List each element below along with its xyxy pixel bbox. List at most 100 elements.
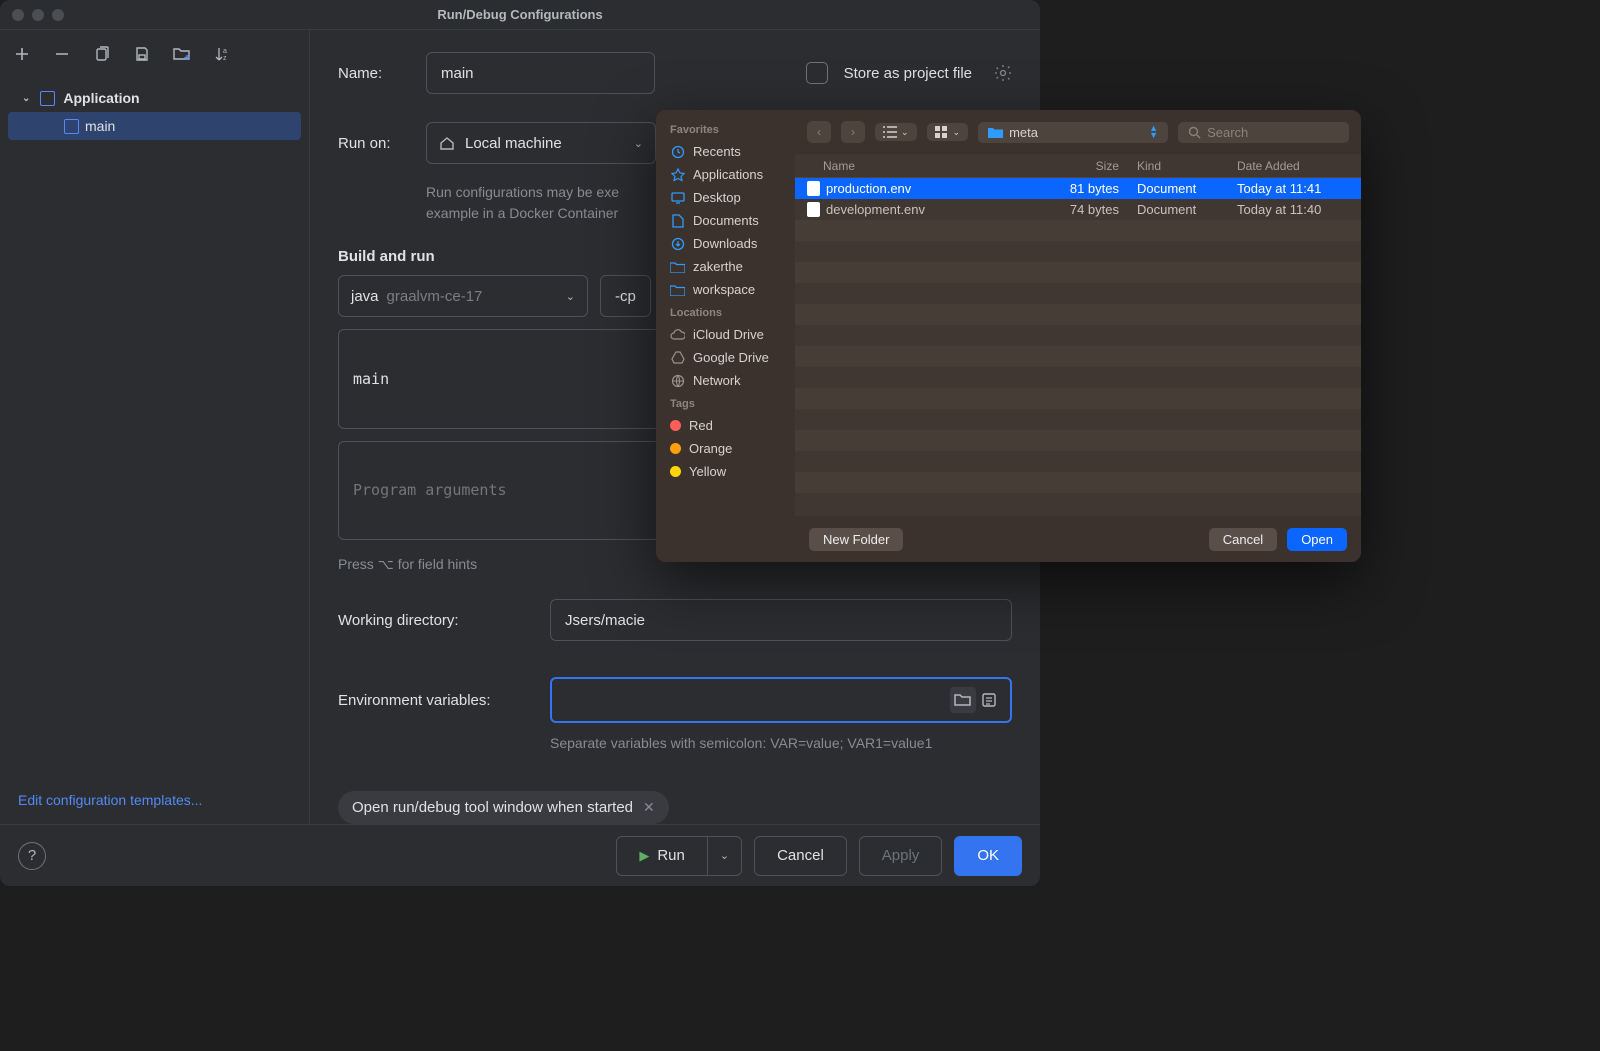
add-config-icon[interactable] [12,44,32,64]
sidebar-item-recents[interactable]: Recents [656,140,795,163]
classpath-select[interactable]: -cp [600,275,651,317]
run-button[interactable]: ▶Run [616,836,707,876]
nav-back-button[interactable]: ‹ [807,121,831,143]
run-dropdown-button[interactable]: ⌄ [707,836,742,876]
sidebar-item-zakerthe[interactable]: zakerthe [656,255,795,278]
chevron-down-icon: ⌄ [566,290,575,303]
sidebar-tag-yellow[interactable]: Yellow [656,460,795,483]
sidebar-item-icon [670,145,685,159]
sidebar-tag-orange[interactable]: Orange [656,437,795,460]
sidebar-item-icon [670,351,685,364]
sidebar-item-downloads[interactable]: Downloads [656,232,795,255]
env-vars-label: Environment variables: [338,692,534,709]
apply-button[interactable]: Apply [859,836,943,876]
new-folder-button[interactable]: New Folder [809,528,903,551]
col-size[interactable]: Size [1051,159,1131,173]
sidebar-item-label: Documents [693,213,759,228]
empty-row [795,451,1361,472]
sidebar-item-google-drive[interactable]: Google Drive [656,346,795,369]
file-row[interactable]: production.env 81 bytes Document Today a… [795,178,1361,199]
empty-row [795,388,1361,409]
sort-config-icon[interactable]: az [212,44,232,64]
copy-config-icon[interactable] [92,44,112,64]
env-vars-input[interactable] [564,692,950,709]
sidebar-tag-red[interactable]: Red [656,414,795,437]
table-header[interactable]: Name Size Kind Date Added [795,154,1361,178]
open-tool-window-chip[interactable]: Open run/debug tool window when started … [338,791,669,824]
view-grid-button[interactable]: ⌄ [927,123,969,141]
path-selector[interactable]: meta ▲▼ [978,122,1168,143]
sidebar-item-label: Google Drive [693,350,769,365]
finder-cancel-button[interactable]: Cancel [1209,528,1277,551]
col-date[interactable]: Date Added [1231,159,1361,173]
name-input[interactable] [426,52,655,94]
folder-icon [988,126,1003,138]
empty-row [795,262,1361,283]
tree-node-application[interactable]: ⌄ Application [8,84,301,112]
sidebar-item-documents[interactable]: Documents [656,209,795,232]
col-name[interactable]: Name [795,159,1051,173]
remove-chip-icon[interactable]: ✕ [643,799,655,816]
sidebar-item-label: Red [689,418,713,433]
configurations-tree-pane: az ⌄ Application main Edit configuration… [0,30,310,824]
file-date: Today at 11:40 [1231,202,1361,217]
empty-row [795,346,1361,367]
empty-row [795,241,1361,262]
chevron-down-icon: ⌄ [22,93,30,104]
browse-env-file-icon[interactable] [950,687,976,713]
config-tree: ⌄ Application main [0,78,309,778]
cp-value: -cp [615,288,636,305]
view-list-button[interactable]: ⌄ [875,123,917,141]
edit-env-list-icon[interactable] [976,687,1002,713]
ok-button[interactable]: OK [954,836,1022,876]
nav-forward-button[interactable]: › [841,121,865,143]
empty-row [795,472,1361,493]
chip-label: Open run/debug tool window when started [352,799,633,816]
file-row[interactable]: development.env 74 bytes Document Today … [795,199,1361,220]
working-dir-input[interactable] [550,599,1012,641]
jdk-select[interactable]: java graalvm-ce-17 ⌄ [338,275,588,317]
help-button[interactable]: ? [18,842,46,870]
sidebar-item-applications[interactable]: Applications [656,163,795,186]
empty-row [795,430,1361,451]
sidebar-item-label: Recents [693,144,741,159]
tree-node-main[interactable]: main [8,112,301,140]
finder-open-button[interactable]: Open [1287,528,1347,551]
locations-header: Locations [656,301,795,323]
document-icon [807,181,820,196]
sidebar-item-network[interactable]: Network [656,369,795,392]
tree-node-label: Application [63,90,139,106]
empty-row [795,220,1361,241]
sidebar-item-desktop[interactable]: Desktop [656,186,795,209]
sidebar-item-icloud-drive[interactable]: iCloud Drive [656,323,795,346]
chevron-down-icon: ⌄ [634,137,643,150]
store-as-project-checkbox[interactable] [806,62,828,84]
file-size: 81 bytes [1051,181,1131,196]
folder-config-icon[interactable] [172,44,192,64]
finder-search[interactable]: Search [1178,122,1349,143]
edit-templates-link[interactable]: Edit configuration templates... [18,792,202,808]
sidebar-item-workspace[interactable]: workspace [656,278,795,301]
file-name: production.env [826,181,911,196]
file-chooser-dialog: Favorites Recents ApplicationsDesktop Docu… [656,110,1361,562]
java-label: java [351,288,379,305]
tree-toolbar: az [0,30,309,78]
search-icon [1188,126,1201,139]
file-kind: Document [1131,202,1231,217]
remove-config-icon[interactable] [52,44,72,64]
path-value: meta [1009,125,1038,140]
sidebar-item-icon [670,261,685,273]
gear-icon[interactable] [994,64,1012,82]
run-split-button: ▶Run ⌄ [616,836,742,876]
run-on-select[interactable]: Local machine ⌄ [426,122,656,164]
play-icon: ▶ [639,848,649,864]
empty-row [795,283,1361,304]
favorites-header: Favorites [656,118,795,140]
search-placeholder: Search [1207,125,1248,140]
cancel-button[interactable]: Cancel [754,836,847,876]
tag-dot-icon [670,443,681,454]
save-config-icon[interactable] [132,44,152,64]
finder-sidebar: Favorites Recents ApplicationsDesktop Docu… [656,110,795,562]
application-type-icon [64,119,79,134]
col-kind[interactable]: Kind [1131,159,1231,173]
